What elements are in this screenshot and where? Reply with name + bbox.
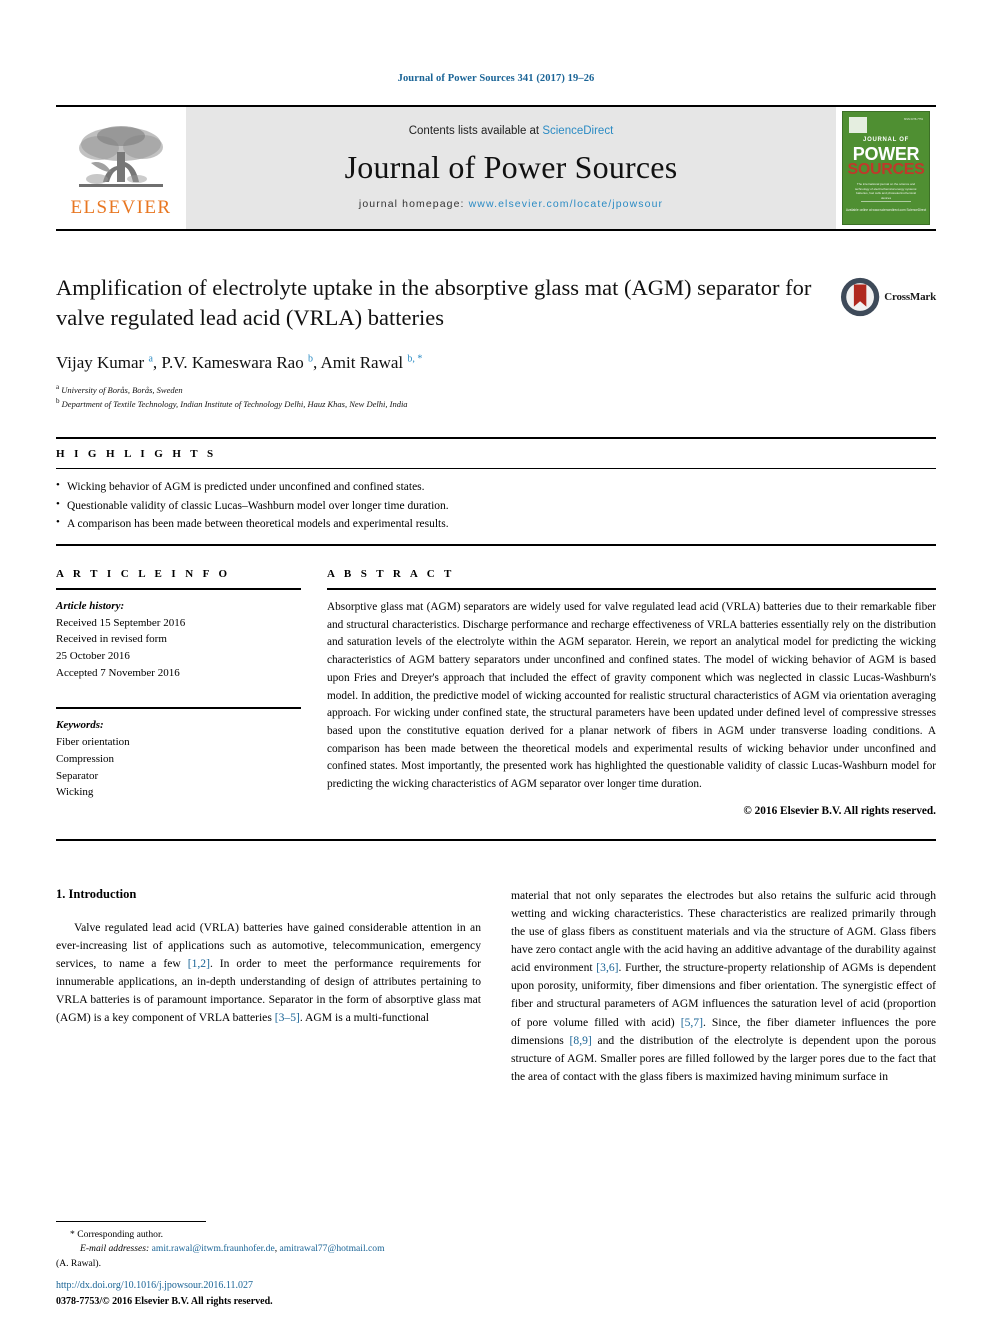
journal-homepage-link[interactable]: www.elsevier.com/locate/jpowsour: [469, 198, 664, 210]
keyword-item: Fiber orientation: [56, 736, 130, 749]
cover-logo-mark: [849, 117, 867, 133]
cover-line-sources: SOURCES: [847, 161, 925, 178]
keyword-item: Separator: [56, 769, 99, 782]
page-title: Amplification of electrolyte uptake in t…: [56, 275, 812, 330]
highlights-heading: H I G H L I G H T S: [56, 448, 217, 460]
article-history-label: Article history:: [56, 599, 125, 612]
email-owner: (A. Rawal).: [56, 1257, 102, 1269]
journal-cover-thumbnail: ISSN 0378-7753 JOURNAL OF POWER SOURCES …: [836, 107, 936, 229]
contents-prefix: Contents lists available at: [408, 124, 543, 137]
list-item: A comparison has been made between theor…: [56, 514, 936, 534]
crossmark-label: CrossMark: [884, 291, 936, 303]
cover-footer: Available online at www.sciencedirect.co…: [845, 208, 927, 213]
body-column-right: material that not only separates the ele…: [511, 887, 936, 1086]
abstract-text: Absorptive glass mat (AGM) separators ar…: [327, 600, 936, 791]
highlights-list: Wicking behavior of AGM is predicted und…: [56, 469, 936, 544]
body-column-left: 1. Introduction Valve regulated lead aci…: [56, 887, 481, 1086]
cover-blurb: The international journal on the science…: [854, 182, 918, 200]
affiliation-text-a: University of Borås, Borås, Sweden: [61, 384, 183, 395]
crossmark-icon: [840, 277, 880, 317]
list-item: Wicking behavior of AGM is predicted und…: [56, 477, 936, 497]
body-columns: 1. Introduction Valve regulated lead aci…: [56, 887, 936, 1086]
article-info-heading: A R T I C L E I N F O: [56, 567, 231, 580]
cover-line-journal-of: JOURNAL OF: [863, 137, 909, 143]
affiliation-list: a University of Borås, Borås, Sweden b D…: [56, 382, 936, 411]
cover-divider: [861, 201, 911, 202]
elsevier-wordmark: ELSEVIER: [70, 196, 172, 218]
sciencedirect-link[interactable]: ScienceDirect: [542, 125, 613, 137]
section-heading-introduction: 1. Introduction: [56, 886, 137, 901]
abstract-column: A B S T R A C T Absorptive glass mat (AG…: [327, 568, 936, 817]
abstract-heading: A B S T R A C T: [327, 567, 455, 580]
email-link-2[interactable]: amitrawal77@hotmail.com: [280, 1243, 385, 1254]
doi-block: http://dx.doi.org/10.1016/j.jpowsour.201…: [56, 1278, 516, 1309]
affiliation-marker-a: a: [56, 382, 60, 391]
keywords-block: Keywords: Fiber orientation Compression …: [56, 709, 301, 801]
corresponding-marker: *: [70, 1228, 75, 1240]
email-label: E-mail addresses:: [80, 1243, 150, 1255]
journal-masthead: ELSEVIER Contents lists available at Sci…: [56, 105, 936, 231]
running-head: Journal of Power Sources 341 (2017) 19–2…: [397, 73, 595, 84]
list-item: Questionable validity of classic Lucas–W…: [56, 496, 936, 516]
keyword-item: Wicking: [56, 786, 94, 799]
title-block: Amplification of electrolyte uptake in t…: [56, 273, 936, 411]
journal-homepage-line: journal homepage: www.elsevier.com/locat…: [359, 198, 663, 210]
article-info-column: A R T I C L E I N F O Article history: R…: [56, 568, 301, 817]
history-line: Received 15 September 2016: [56, 616, 186, 629]
journal-title: Journal of Power Sources: [344, 148, 678, 185]
elsevier-logo: ELSEVIER: [56, 107, 186, 229]
contents-available-line: Contents lists available at ScienceDirec…: [409, 125, 614, 137]
info-abstract-row: A R T I C L E I N F O Article history: R…: [56, 568, 936, 817]
highlights-section: H I G H L I G H T S Wicking behavior of …: [56, 437, 936, 546]
homepage-prefix: journal homepage:: [358, 197, 469, 210]
intro-paragraph-right: material that not only separates the ele…: [511, 888, 936, 1083]
history-line: Received in revised form: [56, 633, 167, 646]
intro-paragraph-left: Valve regulated lead acid (VRLA) batteri…: [56, 920, 481, 1025]
paper-page: Journal of Power Sources 341 (2017) 19–2…: [0, 0, 992, 1323]
authors-text: Vijay Kumar a, P.V. Kameswara Rao b, Ami…: [56, 352, 423, 372]
author-list: Vijay Kumar a, P.V. Kameswara Rao b, Ami…: [56, 353, 936, 373]
keyword-item: Compression: [56, 752, 115, 765]
elsevier-tree-icon: [79, 125, 163, 187]
footnote-block: * Corresponding author. E-mail addresses…: [56, 1220, 496, 1271]
email-line: E-mail addresses: amit.rawal@itwm.fraunh…: [56, 1242, 496, 1256]
affiliation-a: a University of Borås, Borås, Sweden: [56, 382, 936, 397]
footnote-rule: [56, 1220, 206, 1222]
history-line: 25 October 2016: [56, 650, 130, 663]
issn-copyright-line: 0378-7753/© 2016 Elsevier B.V. All right…: [56, 1295, 273, 1307]
history-line: Accepted 7 November 2016: [56, 666, 180, 679]
affiliation-b: b Department of Textile Technology, Indi…: [56, 396, 936, 411]
doi-link[interactable]: http://dx.doi.org/10.1016/j.jpowsour.201…: [56, 1278, 516, 1294]
corresponding-author-line: * Corresponding author.: [56, 1228, 496, 1242]
crossmark-badge[interactable]: CrossMark: [840, 275, 936, 319]
abstract-bottom-rule: [56, 838, 936, 841]
abstract-copyright: © 2016 Elsevier B.V. All rights reserved…: [743, 804, 936, 817]
article-history: Article history: Received 15 September 2…: [56, 590, 301, 682]
masthead-center: Contents lists available at ScienceDirec…: [186, 107, 836, 229]
corresponding-label: Corresponding author.: [77, 1228, 164, 1240]
keywords-label: Keywords:: [56, 719, 104, 732]
affiliation-text-b: Department of Textile Technology, Indian…: [61, 399, 408, 410]
affiliation-marker-b: b: [56, 397, 60, 406]
cover-issn: ISSN 0378-7753: [903, 118, 923, 121]
email-link-1[interactable]: amit.rawal@itwm.fraunhofer.de: [152, 1243, 275, 1254]
highlights-bottom-rule: [56, 543, 936, 546]
